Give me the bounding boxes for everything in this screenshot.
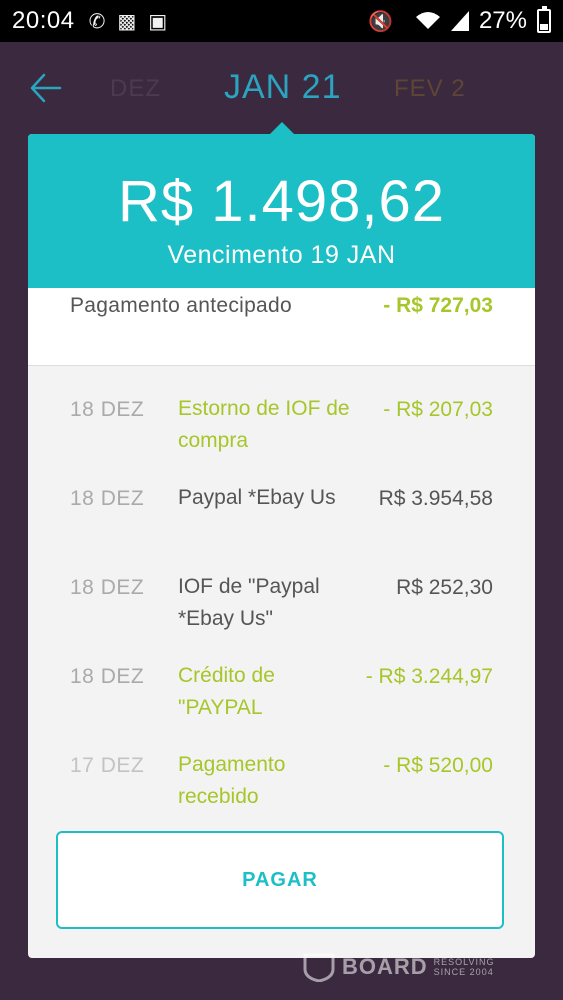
whatsapp-icon: ✆ xyxy=(88,10,106,33)
tx-date: 17 DEZ xyxy=(70,754,145,777)
tx-description: IOF de "Paypal *Ebay Us" xyxy=(178,575,320,630)
tx-date: 18 DEZ xyxy=(70,576,145,599)
watermark-sub1: RESOLVING xyxy=(433,957,495,967)
deezer-icon: ▩ xyxy=(117,10,137,33)
tx-value: - R$ 207,03 xyxy=(383,398,493,421)
tx-date: 18 DEZ xyxy=(70,398,145,421)
clock: 20:04 xyxy=(12,7,75,34)
wifi-icon xyxy=(415,12,440,29)
mute-icon: 🔇 xyxy=(368,10,393,33)
month-navigation: DEZ JAN 21 FEV 2 xyxy=(0,42,563,134)
board-watermark: BOARD RESOLVING SINCE 2004 xyxy=(302,952,495,982)
summary-row: Pagamento antecipado - R$ 727,03 xyxy=(28,288,535,366)
tx-value: R$ 252,30 xyxy=(396,576,493,599)
list-item[interactable]: 18 DEZ Crédito de "PAYPAL - R$ 3.244,97 xyxy=(28,664,535,745)
bill-card: R$ 1.498,62 Vencimento 19 JAN Pagamento … xyxy=(28,134,535,958)
shield-logo-icon xyxy=(303,953,335,982)
summary-value: - R$ 727,03 xyxy=(383,294,493,317)
list-item[interactable]: 18 DEZ Paypal *Ebay Us R$ 3.954,58 xyxy=(28,486,535,567)
status-bar: 20:04 ✆ ▩ ▣ 🔇 27% xyxy=(0,0,563,42)
tx-date: 18 DEZ xyxy=(70,665,145,688)
signal-icon xyxy=(450,11,469,31)
bill-amount: R$ 1.498,62 xyxy=(117,169,446,234)
tx-description: Pagamento recebido xyxy=(178,753,286,808)
watermark-sub2: SINCE 2004 xyxy=(433,967,494,977)
tx-date: 18 DEZ xyxy=(70,487,145,510)
tx-description: Crédito de "PAYPAL xyxy=(178,664,275,719)
tab-current-month[interactable]: JAN 21 xyxy=(224,68,342,107)
tx-value: - R$ 3.244,97 xyxy=(365,665,493,688)
tab-next-month[interactable]: FEV 2 xyxy=(394,75,466,103)
tx-value: R$ 3.954,58 xyxy=(378,487,493,510)
watermark-subtext: RESOLVING SINCE 2004 xyxy=(434,957,495,977)
tab-prev-month[interactable]: DEZ xyxy=(110,75,161,103)
back-arrow-icon[interactable] xyxy=(28,70,64,106)
battery-icon xyxy=(537,6,551,33)
card-pointer xyxy=(270,122,294,134)
image-icon: ▣ xyxy=(148,10,168,33)
tx-description: Paypal *Ebay Us xyxy=(178,486,336,509)
list-item[interactable]: 18 DEZ IOF de "Paypal *Ebay Us" R$ 252,3… xyxy=(28,575,535,656)
due-date: Vencimento 19 JAN xyxy=(167,241,396,269)
watermark-text: BOARD xyxy=(342,954,428,979)
tx-description: Estorno de IOF de compra xyxy=(178,397,350,452)
bill-header: R$ 1.498,62 Vencimento 19 JAN xyxy=(28,134,535,288)
list-item[interactable]: 18 DEZ Estorno de IOF de compra - R$ 207… xyxy=(28,397,535,478)
pay-button[interactable]: PAGAR xyxy=(56,831,504,929)
summary-label: Pagamento antecipado xyxy=(70,294,292,317)
tx-value: - R$ 520,00 xyxy=(383,754,493,777)
list-item[interactable]: 17 DEZ Pagamento recebido - R$ 520,00 xyxy=(28,753,535,834)
battery-percent: 27% xyxy=(478,7,527,34)
